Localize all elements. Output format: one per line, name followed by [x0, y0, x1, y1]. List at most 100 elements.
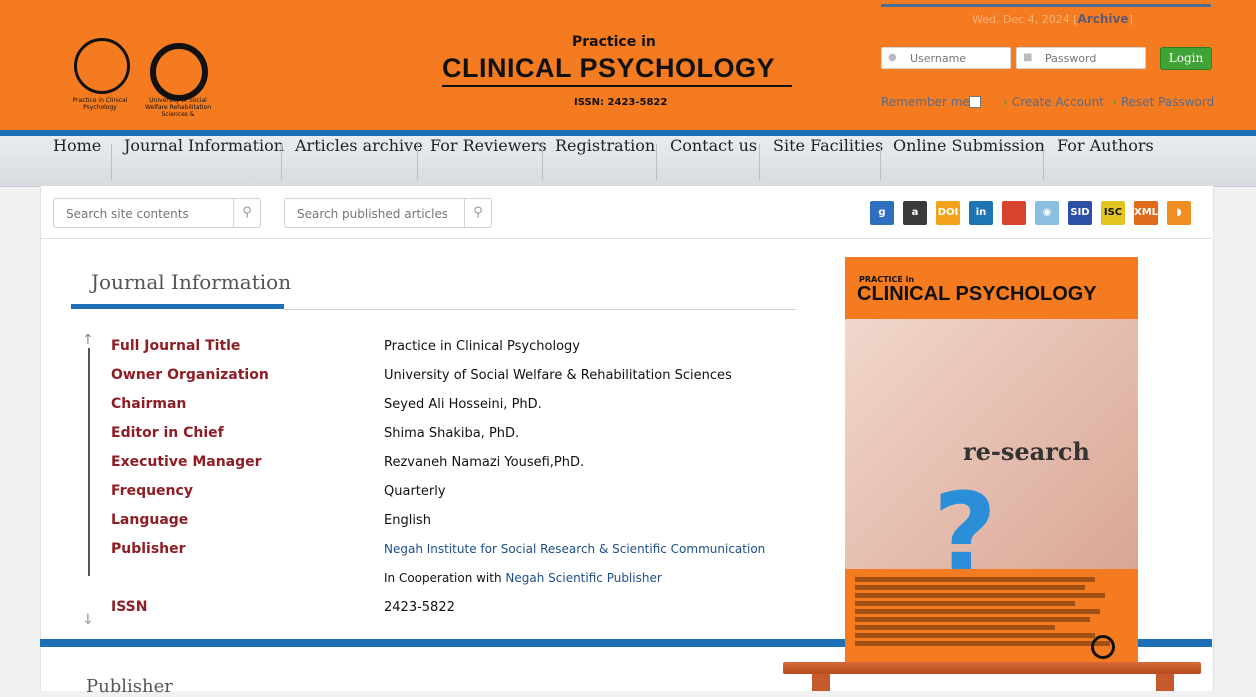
cover-shelf: [783, 662, 1201, 674]
nav-for-reviewers[interactable]: For Reviewers: [430, 136, 547, 186]
username-field[interactable]: ●: [881, 47, 1011, 69]
info-value: Negah Institute for Social Research & Sc…: [384, 542, 765, 557]
nav-for-authors[interactable]: For Authors: [1057, 136, 1154, 186]
nav-contact-us[interactable]: Contact us: [670, 136, 757, 186]
site-search-input[interactable]: [64, 205, 218, 223]
chevron-right-icon: ›: [1003, 95, 1008, 109]
date-archive: Wed, Dec 4, 2024 [Archive]: [972, 12, 1133, 26]
journal-logo-icon[interactable]: [74, 38, 130, 94]
header-divider: [881, 4, 1211, 7]
info-label: Editor in Chief: [111, 425, 224, 441]
password-field[interactable]: ■: [1016, 47, 1146, 69]
username-input[interactable]: [908, 50, 1002, 66]
nav-online-submission[interactable]: Online Submission: [893, 136, 1045, 186]
nav-separator: [880, 144, 881, 180]
info-value: Seyed Ali Hosseini, PhD.: [384, 397, 542, 412]
info-value: University of Social Welfare & Rehabilit…: [384, 368, 732, 383]
info-value: Practice in Clinical Psychology: [384, 339, 580, 354]
scroll-track[interactable]: [88, 348, 90, 576]
cooperation-prefix: In Cooperation with: [384, 571, 506, 585]
brand-underline: [442, 85, 792, 87]
publisher-heading: Publisher: [86, 676, 173, 697]
xml-icon[interactable]: XML: [1134, 201, 1158, 225]
article-search-box[interactable]: ⚲: [284, 198, 492, 228]
nav-home[interactable]: Home: [53, 136, 101, 186]
journal-logo-caption: Practice in Clinical Psychology: [72, 97, 128, 111]
info-label: Executive Manager: [111, 454, 262, 470]
cover-title: CLINICAL PSYCHOLOGY: [857, 283, 1097, 305]
bracket-close: ]: [1128, 13, 1133, 26]
cover-line: [855, 625, 1055, 630]
nav-registration[interactable]: Registration: [555, 136, 655, 186]
academia-icon[interactable]: a: [903, 201, 927, 225]
remember-me-checkbox[interactable]: [969, 96, 981, 108]
password-input[interactable]: [1043, 50, 1137, 66]
site-header: Practice in Clinical Psychology Universi…: [0, 0, 1256, 130]
chevron-right-icon: ›: [1112, 95, 1117, 109]
info-value: Rezvaneh Namazi Yousefi,PhD.: [384, 455, 585, 470]
cover-line: [855, 585, 1085, 590]
linkedin-icon[interactable]: in: [969, 201, 993, 225]
archive-link[interactable]: Archive: [1078, 12, 1129, 26]
cover-line: [855, 609, 1100, 614]
university-logo-icon[interactable]: [150, 43, 208, 101]
reset-password-label: Reset Password: [1120, 95, 1215, 109]
site-search-box[interactable]: ⚲: [53, 198, 261, 228]
lock-icon: ■: [1023, 52, 1033, 63]
rss-icon[interactable]: ◗: [1167, 201, 1191, 225]
title-accent-bar: [71, 304, 284, 309]
create-account-link[interactable]: › Create Account: [1003, 95, 1104, 109]
info-value: English: [384, 513, 431, 528]
info-label: Publisher: [111, 541, 186, 557]
info-value: 2423-5822: [384, 600, 455, 615]
nav-separator: [1043, 144, 1044, 180]
divider: [40, 238, 1212, 239]
isc-icon[interactable]: ISC: [1101, 201, 1125, 225]
info-label: Owner Organization: [111, 367, 269, 383]
cover-logo-icon: [1091, 635, 1115, 659]
brand-title[interactable]: CLINICAL PSYCHOLOGY: [442, 53, 775, 84]
nav-separator: [542, 144, 543, 180]
nav-separator: [111, 144, 112, 180]
cover-artwork: re-search ?: [845, 319, 1138, 597]
shelf-leg: [1156, 674, 1174, 691]
scroll-fade: [41, 618, 801, 640]
article-search-input[interactable]: [295, 205, 449, 223]
nav-separator: [656, 144, 657, 180]
nav-site-facilities[interactable]: Site Facilities: [773, 136, 883, 186]
journal-cover-image[interactable]: PRACTICE in CLINICAL PSYCHOLOGY re-searc…: [845, 257, 1138, 665]
reset-password-link[interactable]: › Reset Password: [1112, 95, 1214, 109]
login-button[interactable]: Login: [1160, 47, 1212, 70]
cover-line: [855, 617, 1090, 622]
publisher-link[interactable]: Negah Institute for Social Research & Sc…: [384, 542, 765, 556]
info-label: Frequency: [111, 483, 193, 499]
cover-research-word: re-search: [963, 437, 1090, 466]
info-label: Chairman: [111, 396, 187, 412]
cover-line: [855, 601, 1075, 606]
scroll-up-icon[interactable]: ↑: [82, 332, 94, 348]
search-icon[interactable]: ⚲: [464, 199, 491, 227]
search-icon[interactable]: ⚲: [233, 199, 260, 227]
info-value: Shima Shakiba, PhD.: [384, 426, 520, 441]
current-date: Wed, Dec 4, 2024: [972, 13, 1070, 26]
info-label: Language: [111, 512, 189, 528]
brand-subtitle: Practice in: [572, 34, 656, 50]
cooperation-link[interactable]: Negah Scientific Publisher: [505, 571, 661, 585]
nav-separator: [417, 144, 418, 180]
cover-line: [855, 577, 1095, 582]
title-rule: [284, 309, 796, 310]
google-scholar-icon[interactable]: g: [870, 201, 894, 225]
sid-icon[interactable]: SID: [1068, 201, 1092, 225]
doi-icon[interactable]: DOI: [936, 201, 960, 225]
user-icon: ●: [888, 52, 897, 63]
nav-articles-archive[interactable]: Articles archive: [295, 136, 423, 186]
cover-line: [855, 593, 1105, 598]
nav-journal-information[interactable]: Journal Information: [124, 136, 284, 186]
remember-me-label: Remember me: [881, 95, 970, 109]
eye-icon[interactable]: ◉: [1035, 201, 1059, 225]
library-icon[interactable]: [1002, 201, 1026, 225]
info-label: ISSN: [111, 599, 148, 615]
info-value: In Cooperation with Negah Scientific Pub…: [384, 571, 662, 585]
info-value: Quarterly: [384, 484, 446, 499]
shelf-leg: [812, 674, 830, 691]
